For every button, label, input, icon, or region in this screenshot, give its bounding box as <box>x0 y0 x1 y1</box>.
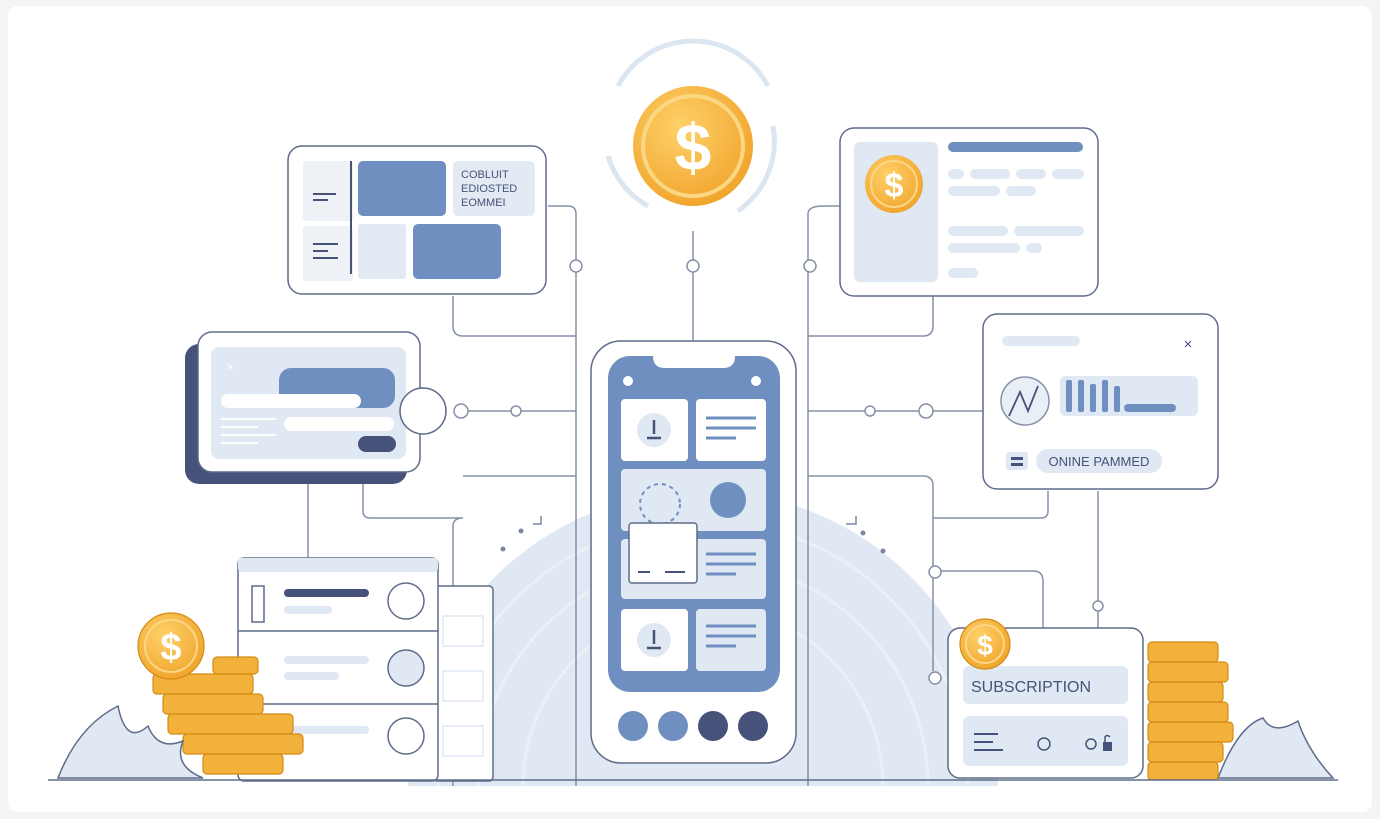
card-right-middle: × ONINE PAMMED <box>982 313 1219 490</box>
list-item-radio-1[interactable] <box>387 582 425 620</box>
subscription-title: SUBSCRIPTION <box>971 679 1091 696</box>
svg-text:$: $ <box>977 630 993 661</box>
card-text-3: EOMMEI <box>461 197 506 209</box>
coin-stack-right <box>1147 641 1234 781</box>
dollar-coin-icon: $ <box>865 155 923 213</box>
svg-text:$: $ <box>885 167 904 205</box>
card-top-left: COBLUIT EDIOSTED EOMMEI <box>287 145 547 295</box>
card-text-1: COBLUIT <box>461 169 509 181</box>
subscription-card: SUBSCRIPTION $ <box>947 618 1144 779</box>
dollar-coin-icon: $ <box>605 38 777 214</box>
status-label: ONINE PAMMED <box>1049 454 1150 469</box>
action-pill-button[interactable] <box>358 436 396 452</box>
trend-icon <box>1000 376 1050 426</box>
card-top-right: $ <box>839 127 1099 297</box>
close-icon[interactable]: × <box>1184 336 1193 353</box>
list-item-radio-2[interactable] <box>387 649 425 687</box>
fintech-illustration: $ COBLUIT EDIOSTED EOMMEI $ × × ONINE PA… <box>48 38 1338 787</box>
svg-text:$: $ <box>675 110 712 184</box>
phone-dot-button-1[interactable] <box>618 711 648 741</box>
card-left-middle: × <box>185 331 447 484</box>
dollar-coin-icon: $ <box>137 612 205 680</box>
phone-dot-button-2[interactable] <box>658 711 688 741</box>
phone-dot-button-3[interactable] <box>698 711 728 741</box>
list-item-radio-3[interactable] <box>387 717 425 755</box>
svg-text:$: $ <box>160 627 181 669</box>
close-icon[interactable]: × <box>227 360 234 374</box>
card-text-2: EDIOSTED <box>461 183 517 195</box>
dollar-coin-icon: $ <box>959 618 1011 670</box>
smartphone <box>590 340 797 764</box>
phone-dot-button-4[interactable] <box>738 711 768 741</box>
illustration-canvas: $ COBLUIT EDIOSTED EOMMEI $ × × ONINE PA… <box>8 6 1372 812</box>
